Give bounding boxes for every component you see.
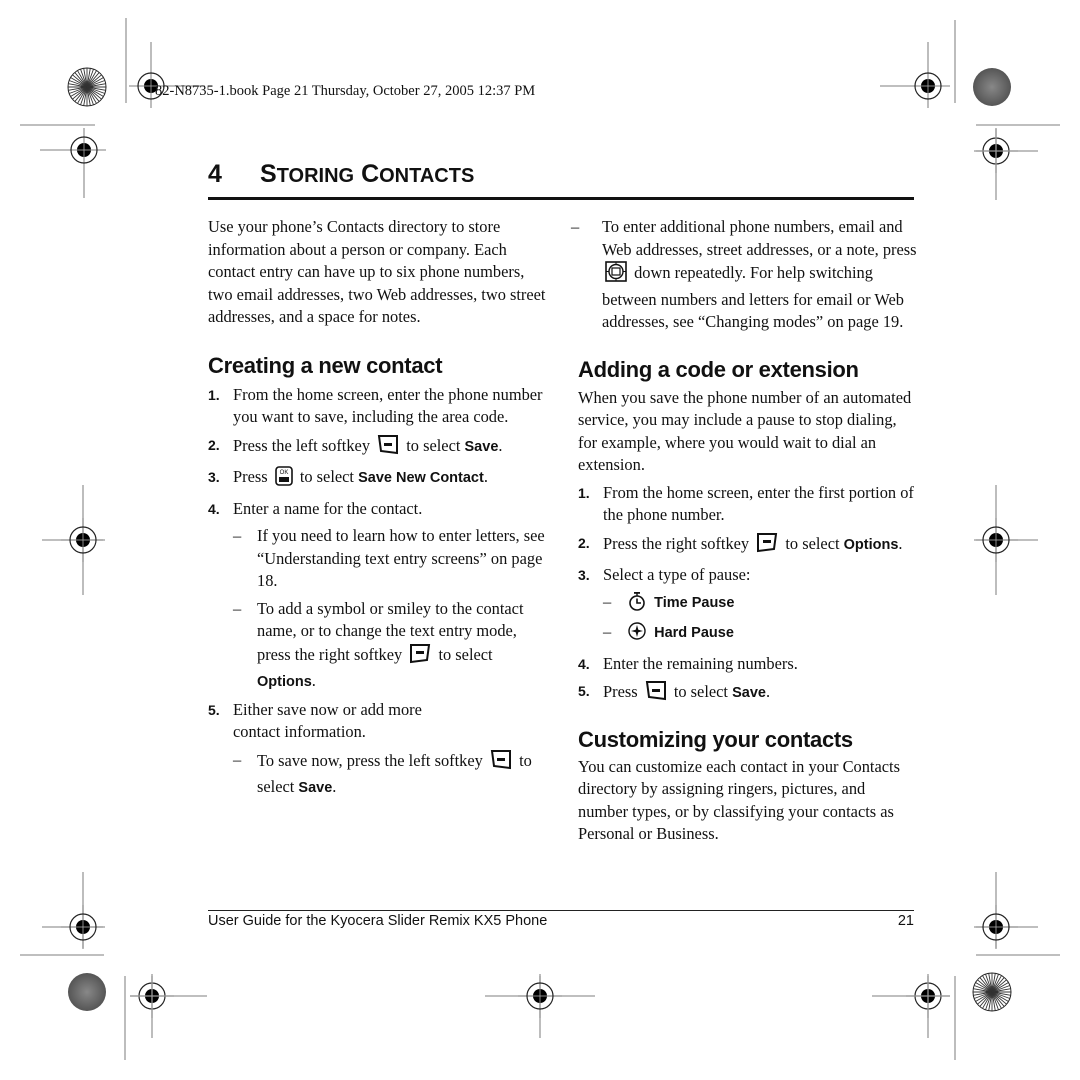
registration-mark [905, 63, 951, 109]
sub-list-item: – To save now, press the left softkey to… [233, 749, 532, 796]
list-item: 2. Press the left softkey to select Save… [208, 434, 553, 462]
chapter-rule [208, 197, 914, 200]
left-column: Use your phone’s Contacts directory to s… [208, 216, 553, 800]
chapter-title: 4 STORING CONTACTS [208, 160, 475, 188]
gray-target-mark [973, 68, 1011, 106]
registration-mark [61, 127, 107, 173]
registration-mark [517, 973, 563, 1019]
svg-text:OK: OK [279, 470, 288, 476]
sub-list-item: – To enter additional phone numbers, ema… [571, 217, 917, 331]
gray-target-mark [68, 973, 106, 1011]
section-heading-adding: Adding a code or extension [578, 356, 859, 382]
list-item: 5. Either save now or add more contact i… [208, 699, 422, 742]
left-softkey-icon [490, 749, 512, 777]
starburst-mark [67, 67, 107, 107]
pause-option-time: – Time Pause [578, 591, 918, 618]
list-item: 3. Select a type of pause: [578, 565, 751, 584]
right-column: – To enter additional phone numbers, ema… [571, 216, 918, 846]
list-item: 3. Press OK to select Save New Contact. [208, 466, 553, 493]
section-heading-customizing: Customizing your contacts [578, 726, 853, 752]
pause-option-hard: – Hard Pause [578, 621, 918, 648]
registration-mark [973, 904, 1019, 950]
sub-list-item: – If you need to learn how to enter lett… [233, 526, 545, 590]
page-number: 21 [897, 913, 914, 929]
sub-list-item: – To add a symbol or smiley to the conta… [233, 598, 524, 691]
section-heading-creating: Creating a new contact [208, 352, 443, 378]
ok-key-icon: OK [274, 466, 293, 493]
left-softkey-icon [377, 434, 399, 462]
right-softkey-icon [756, 532, 778, 560]
footer-rule [208, 910, 914, 911]
left-softkey-icon [645, 680, 667, 708]
list-item: 2. Press the right softkey to select Opt… [578, 532, 918, 560]
registration-mark [60, 517, 106, 563]
stopwatch-icon [627, 591, 647, 618]
page-footer: User Guide for the Kyocera Slider Remix … [208, 913, 914, 929]
starburst-mark [972, 972, 1012, 1012]
footer-title: User Guide for the Kyocera Slider Remix … [208, 913, 548, 929]
list-item: 1. From the home screen, enter the phone… [208, 384, 543, 427]
list-item: 1. From the home screen, enter the first… [578, 482, 914, 525]
list-item: 4. Enter a name for the contact. [208, 498, 423, 518]
registration-mark [973, 517, 1019, 563]
customizing-paragraph: You can customize each contact in your C… [578, 756, 900, 844]
navigation-key-icon [605, 261, 627, 289]
list-item: 4. Enter the remaining numbers. [578, 653, 798, 673]
print-slug: 82-N8735-1.book Page 21 Thursday, Octobe… [155, 83, 536, 99]
right-softkey-icon [409, 643, 431, 671]
registration-mark [60, 904, 106, 950]
hard-pause-icon [627, 621, 647, 648]
list-item: 5. Press to select Save. [578, 680, 918, 708]
adding-intro: When you save the phone number of an aut… [578, 387, 912, 475]
intro-paragraph: Use your phone’s Contacts directory to s… [208, 217, 546, 326]
chapter-number: 4 [208, 160, 222, 188]
